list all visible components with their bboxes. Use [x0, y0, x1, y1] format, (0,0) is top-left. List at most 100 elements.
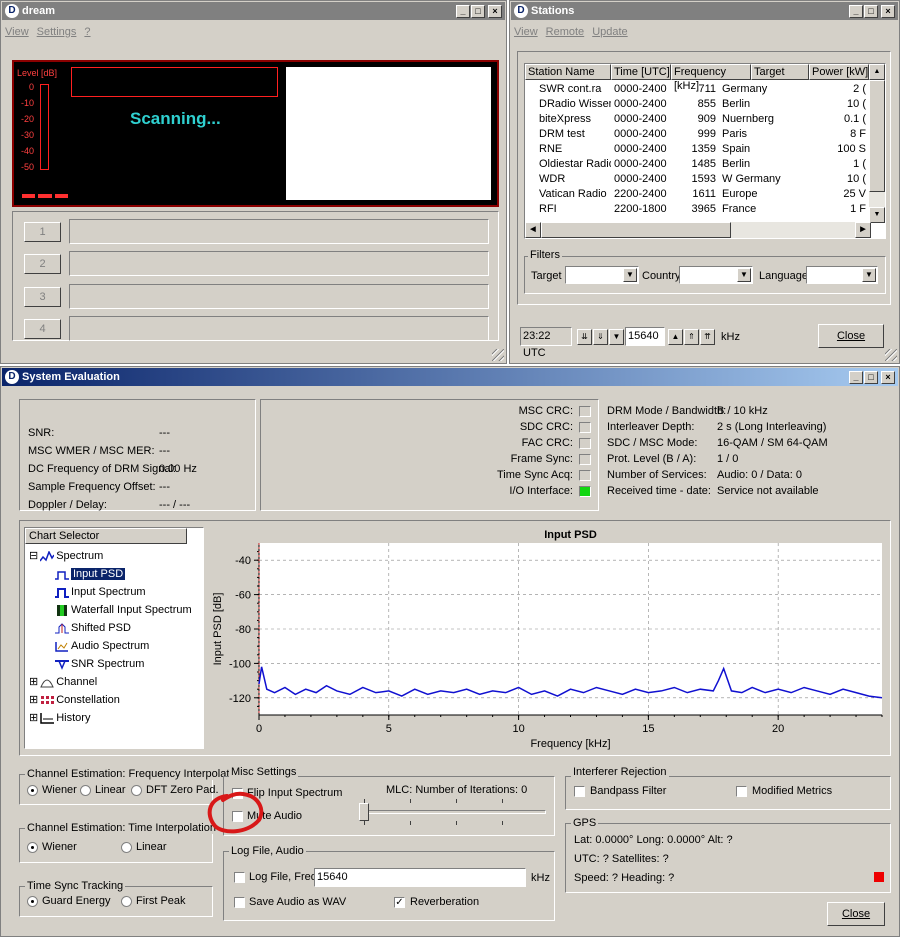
station-list[interactable]: Station Name Time [UTC] Frequency [kHz] … [524, 63, 886, 239]
column-header[interactable]: Target [751, 64, 809, 80]
chart-selector-header[interactable]: Chart Selector [25, 528, 187, 544]
menu-view[interactable]: View [514, 23, 538, 41]
station-row[interactable]: RNE 0000-2400 1359 Spain 100 S [525, 142, 869, 157]
time-sync-radio-first-peak[interactable] [121, 896, 132, 907]
minimize-icon[interactable]: _ [849, 5, 863, 18]
filter-language-select[interactable]: ▼ [806, 266, 878, 284]
slider-thumb[interactable] [359, 803, 369, 821]
tune-up-fast-button[interactable]: ⇈ [700, 329, 715, 345]
close-button[interactable]: Close [818, 324, 884, 348]
bandpass-filter-label: Bandpass Filter [590, 785, 667, 797]
menu-settings[interactable]: Settings [37, 23, 77, 41]
station-list-vscroll[interactable]: ▲ ▼ [869, 64, 885, 223]
service-button-4[interactable]: 4 [24, 319, 61, 339]
tree-item-audio-spectrum[interactable]: Audio Spectrum [55, 638, 149, 654]
crc-label: SDC CRC: [519, 421, 573, 433]
maximize-icon[interactable]: □ [864, 371, 878, 384]
scroll-thumb[interactable] [869, 80, 885, 192]
menu-view[interactable]: View [5, 23, 29, 41]
log-frequency-input[interactable]: 15640 [314, 868, 526, 887]
station-list-hscroll[interactable]: ◀ ▶ [525, 222, 871, 238]
minimize-icon[interactable]: _ [456, 5, 470, 18]
station-row[interactable]: Oldiestar Radio 0000-2400 1485 Berlin 1 ( [525, 157, 869, 172]
tune-down-button[interactable]: ⇓ [593, 329, 608, 345]
status-box [71, 67, 278, 97]
tune-up-small-button[interactable]: ▲ [668, 329, 683, 345]
maximize-icon[interactable]: □ [471, 5, 485, 18]
radio-label: Wiener [42, 784, 77, 796]
tune-down-small-button[interactable]: ▼ [609, 329, 624, 345]
chevron-down-icon[interactable]: ▼ [623, 268, 637, 282]
tree-item-shifted-psd[interactable]: Shifted PSD [55, 620, 131, 636]
expand-icon[interactable]: ⊞ [29, 676, 38, 688]
time-interp-radio-wiener[interactable] [27, 842, 38, 853]
resize-grip[interactable] [885, 349, 897, 361]
scroll-left-icon[interactable]: ◀ [525, 222, 541, 238]
station-row[interactable]: Vatican Radio 2200-2400 1611 Europe 25 V [525, 187, 869, 202]
station-row[interactable]: DRM test 0000-2400 999 Paris 8 F [525, 127, 869, 142]
resize-grip[interactable] [492, 349, 504, 361]
close-icon[interactable]: × [881, 371, 895, 384]
column-header[interactable]: Station Name [525, 64, 611, 80]
collapse-icon[interactable]: ⊟ [29, 550, 38, 562]
chart-selector[interactable]: Chart Selector ⊟ Spectrum Input PSD Input S… [24, 527, 204, 749]
spectrum-icon [39, 549, 55, 562]
menu-help[interactable]: ? [84, 23, 90, 41]
station-row[interactable]: RFI 2200-1800 3965 France 1 F [525, 202, 869, 217]
tree-item-channel[interactable]: ⊞ Channel [29, 674, 97, 690]
menu-remote[interactable]: Remote [546, 23, 585, 41]
tree-item-history[interactable]: ⊞ History [29, 710, 90, 726]
dream-titlebar[interactable]: D dream _ □ × [2, 2, 505, 20]
bandpass-filter-checkbox[interactable] [574, 786, 585, 797]
service-button-1[interactable]: 1 [24, 222, 61, 242]
expand-icon[interactable]: ⊞ [29, 712, 38, 724]
close-icon[interactable]: × [488, 5, 502, 18]
column-header[interactable]: Frequency [kHz] [671, 64, 751, 92]
tree-item-input-spectrum[interactable]: Input Spectrum [55, 584, 146, 600]
close-button[interactable]: Close [827, 902, 885, 926]
freq-interp-radio-wiener[interactable] [27, 785, 38, 796]
log-file-checkbox[interactable] [234, 872, 245, 883]
column-header[interactable]: Power [kW] [809, 64, 869, 80]
scroll-right-icon[interactable]: ▶ [855, 222, 871, 238]
chevron-down-icon[interactable]: ▼ [737, 268, 751, 282]
filter-target-select[interactable]: ▼ [565, 266, 639, 284]
tree-item-waterfall-input-spectrum[interactable]: Waterfall Input Spectrum [55, 602, 192, 618]
tree-item-input-psd[interactable]: Input PSD [55, 566, 127, 582]
scroll-thumb[interactable] [541, 222, 731, 238]
time-interp-radio-linear[interactable] [121, 842, 132, 853]
scroll-up-icon[interactable]: ▲ [869, 64, 885, 80]
tree-item-spectrum[interactable]: ⊟ Spectrum [29, 548, 103, 564]
station-row[interactable]: SWR cont.ra 0000-2400 711 Germany 2 ( [525, 82, 869, 97]
time-sync-radio-guard-energy[interactable] [27, 896, 38, 907]
save-wav-checkbox[interactable] [234, 897, 245, 908]
tree-item-constellation[interactable]: ⊞ Constellation [29, 692, 120, 708]
minimize-icon[interactable]: _ [849, 371, 863, 384]
expand-icon[interactable]: ⊞ [29, 694, 38, 706]
maximize-icon[interactable]: □ [864, 5, 878, 18]
station-row[interactable]: WDR 0000-2400 1593 W Germany 10 ( [525, 172, 869, 187]
dream-title: dream [22, 5, 56, 17]
syseval-titlebar[interactable]: D System Evaluation _ □ × [2, 368, 898, 386]
service-button-3[interactable]: 3 [24, 287, 61, 307]
stations-titlebar[interactable]: D Stations _ □ × [511, 2, 898, 20]
tune-up-button[interactable]: ⇑ [684, 329, 699, 345]
freq-interp-radio-dft-zero-pad-[interactable] [131, 785, 142, 796]
tune-down-fast-button[interactable]: ⇊ [577, 329, 592, 345]
freq-interp-radio-linear[interactable] [80, 785, 91, 796]
menu-update[interactable]: Update [592, 23, 627, 41]
filter-country-select[interactable]: ▼ [679, 266, 753, 284]
column-header[interactable]: Time [UTC] [611, 64, 671, 80]
chart-title: Input PSD [544, 529, 597, 541]
scroll-down-icon[interactable]: ▼ [869, 207, 885, 223]
tree-item-snr-spectrum[interactable]: SNR Spectrum [55, 656, 144, 672]
station-row[interactable]: DRadio Wissen 0000-2400 855 Berlin 10 ( [525, 97, 869, 112]
modified-metrics-checkbox[interactable] [736, 786, 747, 797]
reverberation-checkbox[interactable]: ✓ [394, 897, 405, 908]
frequency-input[interactable]: 15640 [625, 327, 665, 346]
mlc-slider[interactable] [359, 799, 549, 827]
service-button-2[interactable]: 2 [24, 254, 61, 274]
close-icon[interactable]: × [881, 5, 895, 18]
station-row[interactable]: biteXpress 0000-2400 909 Nuernberg 0.1 ( [525, 112, 869, 127]
chevron-down-icon[interactable]: ▼ [862, 268, 876, 282]
